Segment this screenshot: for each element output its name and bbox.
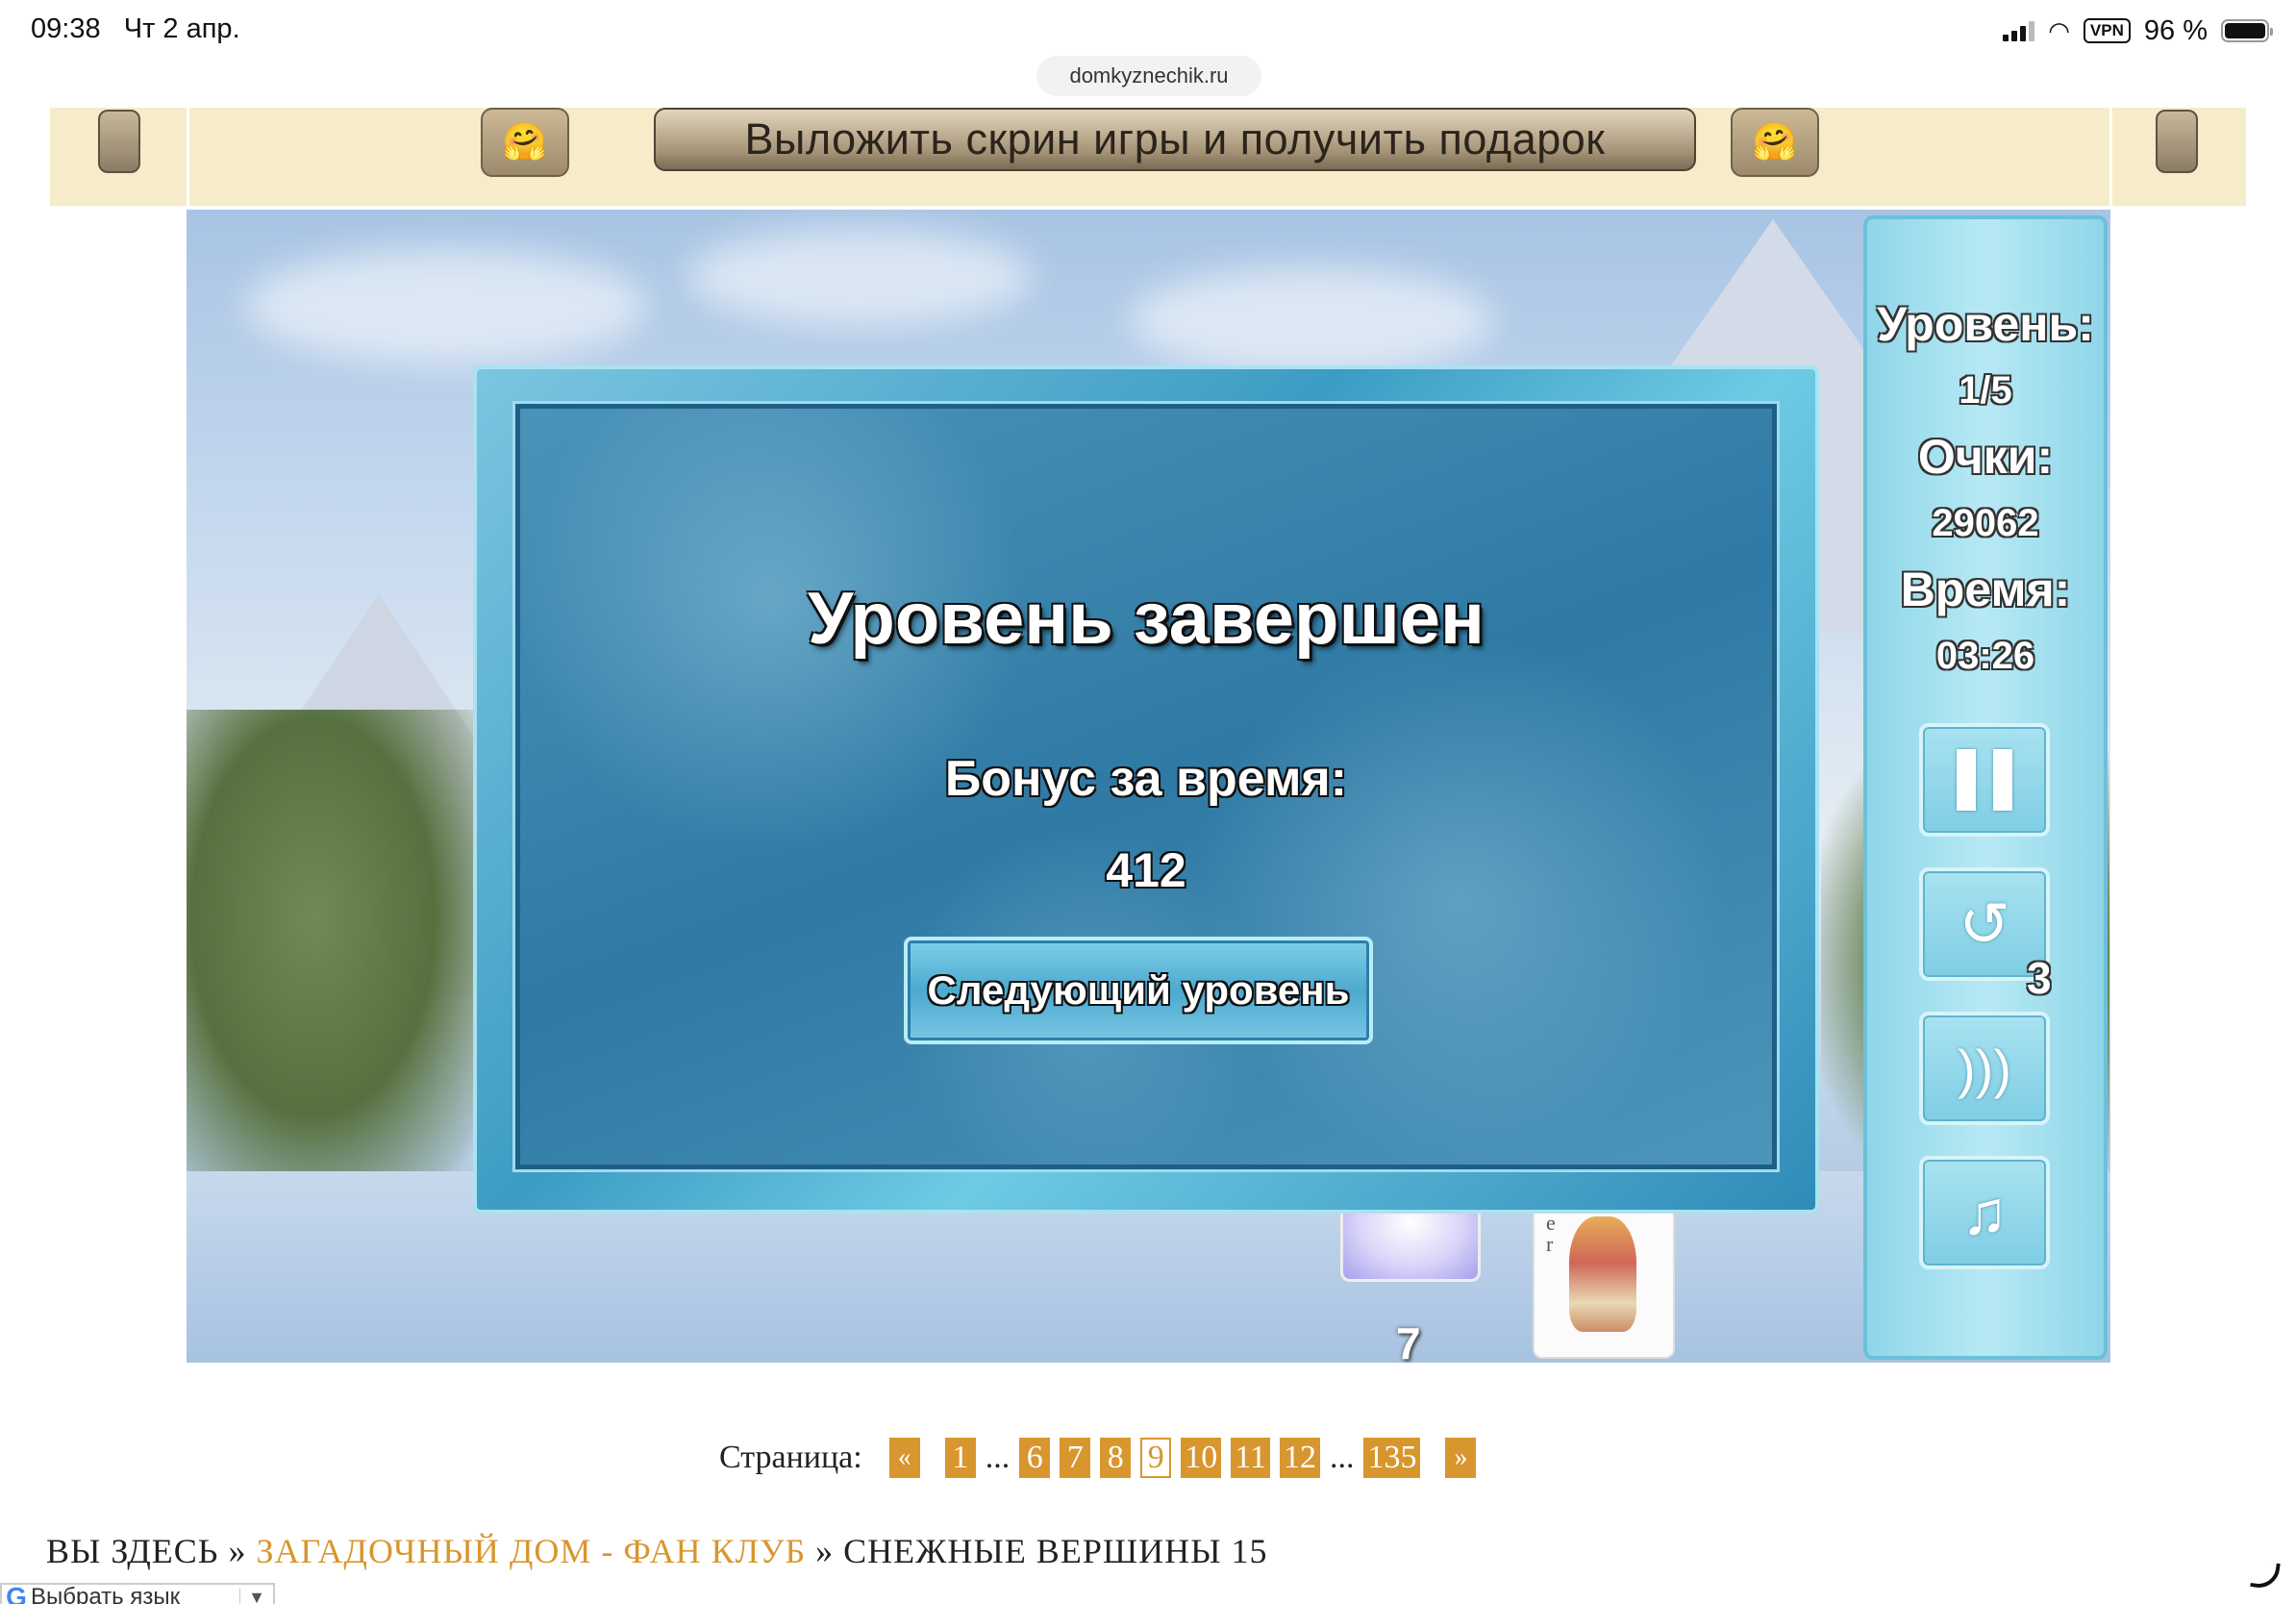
banner-side-button-right[interactable]: [2156, 110, 2198, 173]
promo-button-label: Выложить скрин игры и получить подарок: [744, 114, 1606, 163]
clock: 09:38: [31, 13, 101, 44]
dropdown-arrow-icon: ▼: [239, 1587, 265, 1604]
jester-image: [1569, 1216, 1636, 1332]
sound-icon: ))): [1958, 1038, 2011, 1099]
music-icon: ♫: [1961, 1178, 2008, 1247]
level-complete-dialog: Уровень завершен Бонус за время: 412 Сле…: [473, 365, 1819, 1214]
date: Чт 2 апр.: [123, 13, 240, 44]
dialog-title: Уровень завершен: [808, 578, 1485, 660]
battery-percent: 96 %: [2143, 14, 2208, 46]
hug-emoji-icon: 🤗: [1752, 122, 1798, 163]
resize-handle-icon[interactable]: [2250, 1560, 2281, 1591]
status-time: 09:38 Чт 2 апр.: [31, 13, 240, 45]
page-link[interactable]: 10: [1181, 1438, 1222, 1478]
pause-button[interactable]: [1919, 723, 2050, 837]
breadcrumb-link-fan-club[interactable]: ЗАГАДОЧНЫЙ ДОМ - ФАН КЛУБ: [256, 1532, 806, 1570]
time-bonus-value: 412: [1106, 843, 1186, 897]
time-bonus-label: Бонус за время:: [944, 751, 1348, 807]
pagination-prev[interactable]: «: [888, 1438, 920, 1478]
address-bar[interactable]: domkyznechik.ru: [1036, 56, 1261, 96]
page-link[interactable]: 11: [1231, 1438, 1270, 1478]
page-link[interactable]: 12: [1279, 1438, 1320, 1478]
emoji-button-left[interactable]: 🤗: [481, 108, 569, 177]
banner-divider: [187, 108, 189, 206]
score-value: 29062: [1932, 502, 2039, 544]
page-link[interactable]: 7: [1060, 1438, 1091, 1478]
sound-button[interactable]: ))): [1919, 1012, 2050, 1125]
page-link[interactable]: 1: [944, 1438, 976, 1478]
status-bar: 09:38 Чт 2 апр. ◠ VPN 96 %: [0, 0, 2296, 62]
time-label: Время:: [1900, 563, 2071, 616]
page-link[interactable]: 135: [1363, 1438, 1421, 1478]
pagination-ellipsis: ...: [1329, 1440, 1355, 1475]
promo-banner: 🤗 Выложить скрин игры и получить подарок…: [50, 108, 2246, 206]
page-link[interactable]: 8: [1100, 1438, 1132, 1478]
level-label: Уровень:: [1877, 297, 2094, 351]
breadcrumb: ВЫ ЗДЕСЬ » ЗАГАДОЧНЫЙ ДОМ - ФАН КЛУБ » С…: [46, 1531, 1268, 1571]
breadcrumb-prefix: ВЫ ЗДЕСЬ: [46, 1532, 219, 1570]
breadcrumb-separator: »: [228, 1532, 247, 1570]
cellular-signal-icon: [2003, 20, 2035, 41]
level-value: 1/5: [1959, 369, 2012, 412]
pagination-label: Страница:: [719, 1440, 862, 1475]
breadcrumb-current: СНЕЖНЫЕ ВЕРШИНЫ 15: [843, 1532, 1268, 1570]
url-text: domkyznechik.ru: [1069, 63, 1229, 88]
pagination: Страница: « 1 ... 6 7 8 9 10 11 12 ... 1…: [719, 1435, 1485, 1481]
hug-emoji-icon: 🤗: [502, 122, 548, 163]
page-current: 9: [1140, 1438, 1172, 1478]
page-link[interactable]: 6: [1019, 1438, 1051, 1478]
jester-card[interactable]: e r: [1533, 1205, 1675, 1359]
google-icon: G: [6, 1582, 27, 1604]
time-value: 03:26: [1935, 635, 2035, 677]
undo-count: 3: [2027, 953, 2052, 1003]
language-selector-label: Выбрать язык: [31, 1584, 181, 1604]
status-indicators: ◠ VPN 96 %: [2003, 12, 2273, 50]
cloud: [686, 229, 1033, 325]
pine-trees: [187, 710, 504, 1229]
score-label: Очки:: [1917, 430, 2054, 484]
deck-card[interactable]: [1340, 1205, 1481, 1282]
game-area: e r 7 Уровень завершен Бонус за время: 4…: [187, 210, 2110, 1363]
pagination-ellipsis: ...: [985, 1440, 1011, 1475]
next-level-label: Следующий уровень: [927, 967, 1350, 1013]
banner-side-button-left[interactable]: [98, 110, 140, 173]
music-button[interactable]: ♫: [1919, 1156, 2050, 1269]
pagination-next[interactable]: »: [1445, 1438, 1477, 1478]
undo-icon: ↺: [1959, 889, 2010, 959]
emoji-button-right[interactable]: 🤗: [1731, 108, 1819, 177]
next-level-button[interactable]: Следующий уровень: [904, 937, 1373, 1044]
language-selector[interactable]: G Выбрать язык ▼: [0, 1583, 275, 1604]
side-panel: Уровень: 1/5 Очки: 29062 Время: 03:26 ↺ …: [1863, 215, 2108, 1360]
battery-icon: [2221, 19, 2273, 42]
vpn-badge: VPN: [2083, 18, 2131, 43]
post-screenshot-button[interactable]: Выложить скрин игры и получить подарок: [654, 108, 1696, 171]
card-letters: e r: [1546, 1211, 1556, 1256]
cloud: [1129, 267, 1494, 373]
cloud: [244, 248, 648, 363]
breadcrumb-separator: »: [815, 1532, 835, 1570]
pause-icon: [1957, 749, 2012, 811]
banner-divider: [2109, 108, 2112, 206]
wifi-icon: ◠: [2048, 15, 2070, 45]
stack-count: 7: [1396, 1318, 1421, 1363]
